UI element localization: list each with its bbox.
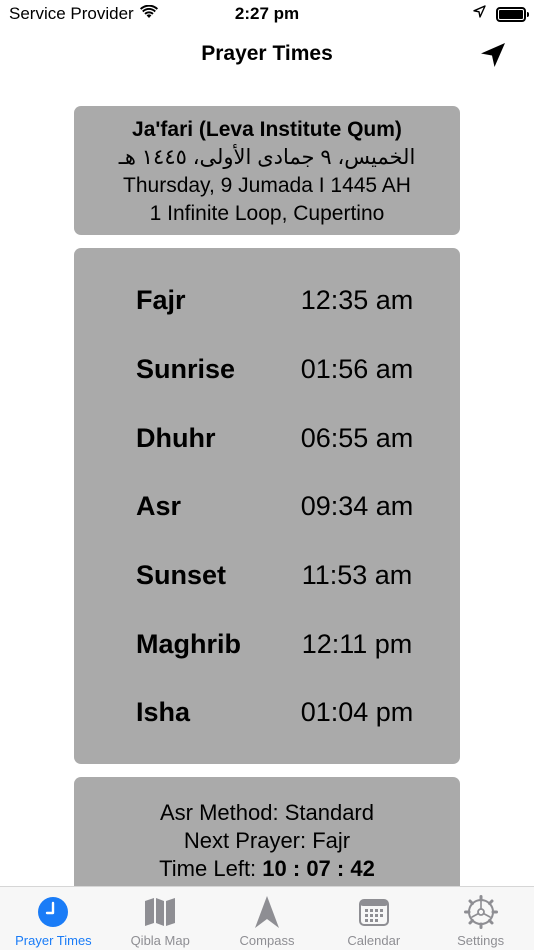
location-arrow-icon[interactable] xyxy=(478,40,508,70)
prayer-row-isha: Isha 01:04 pm xyxy=(74,692,460,732)
prayer-time: 11:53 am xyxy=(301,560,413,590)
battery-icon xyxy=(496,6,529,22)
tab-label: Calendar xyxy=(347,933,401,948)
prayer-name: Sunrise xyxy=(136,354,236,384)
time-left-row: Time Left: 10 : 07 : 42 xyxy=(74,855,460,883)
prayer-row-asr: Asr 09:34 am xyxy=(74,486,460,526)
prayer-name: Maghrib xyxy=(136,629,241,659)
location-address: 1 Infinite Loop, Cupertino xyxy=(149,202,385,225)
gear-icon xyxy=(463,895,498,929)
map-icon xyxy=(143,895,177,929)
tab-qibla-map[interactable]: Qibla Map xyxy=(107,887,214,950)
prayer-time: 01:56 am xyxy=(300,354,414,384)
page-title: Prayer Times xyxy=(201,42,333,65)
tab-label: Compass xyxy=(239,933,295,948)
tab-label: Settings xyxy=(457,933,505,948)
tab-bar: Prayer Times Qibla Map Compass Calendar … xyxy=(0,886,534,950)
prayer-name: Isha xyxy=(136,697,191,727)
calculation-method: Ja'fari (Leva Institute Qum) xyxy=(132,118,402,141)
status-time: 2:27 pm xyxy=(234,4,300,23)
prayer-name: Dhuhr xyxy=(136,423,216,453)
prayer-time: 06:55 am xyxy=(300,423,414,453)
compass-arrow-icon xyxy=(250,895,284,929)
calculation-info-card: Ja'fari (Leva Institute Qum) الخميس، ٩ ج… xyxy=(74,106,460,235)
location-services-icon xyxy=(473,5,486,23)
prayer-name: Sunset xyxy=(136,560,227,590)
tab-settings[interactable]: Settings xyxy=(427,887,534,950)
hijri-date-arabic: الخميس، ٩ جمادى الأولى، ١٤٤٥ هـ xyxy=(118,146,416,169)
tab-prayer-times[interactable]: Prayer Times xyxy=(0,887,107,950)
prayer-row-sunrise: Sunrise 01:56 am xyxy=(74,349,460,389)
status-bar: Service Provider 2:27 pm xyxy=(0,0,534,30)
tab-compass[interactable]: Compass xyxy=(214,887,321,950)
prayer-row-maghrib: Maghrib 12:11 pm xyxy=(74,624,460,664)
calendar-icon xyxy=(357,895,391,929)
hijri-date-english: Thursday, 9 Jumada I 1445 AH xyxy=(123,174,411,197)
tab-calendar[interactable]: Calendar xyxy=(320,887,427,950)
prayer-name: Fajr xyxy=(136,285,186,315)
next-prayer-text: Next Prayer: Fajr xyxy=(183,828,351,853)
time-left-label: Time Left: xyxy=(159,856,257,881)
prayer-row-fajr: Fajr 12:35 am xyxy=(74,280,460,320)
prayer-time: 01:04 pm xyxy=(300,697,414,727)
prayer-time: 09:34 am xyxy=(300,491,414,521)
prayer-name: Asr xyxy=(136,491,182,521)
prayer-time: 12:11 pm xyxy=(301,629,413,659)
asr-method-text: Asr Method: Standard xyxy=(159,800,374,825)
prayer-times-card: Fajr 12:35 am Sunrise 01:56 am Dhuhr 06:… xyxy=(74,248,460,764)
clock-icon xyxy=(36,895,70,929)
status-right-group xyxy=(473,5,529,23)
prayer-row-sunset: Sunset 11:53 am xyxy=(74,555,460,595)
prayer-row-dhuhr: Dhuhr 06:55 am xyxy=(74,418,460,458)
next-prayer-card: Asr Method: Standard Next Prayer: Fajr T… xyxy=(74,777,460,897)
tab-label: Prayer Times xyxy=(15,933,92,948)
prayer-time: 12:35 am xyxy=(300,285,414,315)
time-left-countdown: 10 : 07 : 42 xyxy=(262,856,375,881)
tab-label: Qibla Map xyxy=(130,933,190,948)
